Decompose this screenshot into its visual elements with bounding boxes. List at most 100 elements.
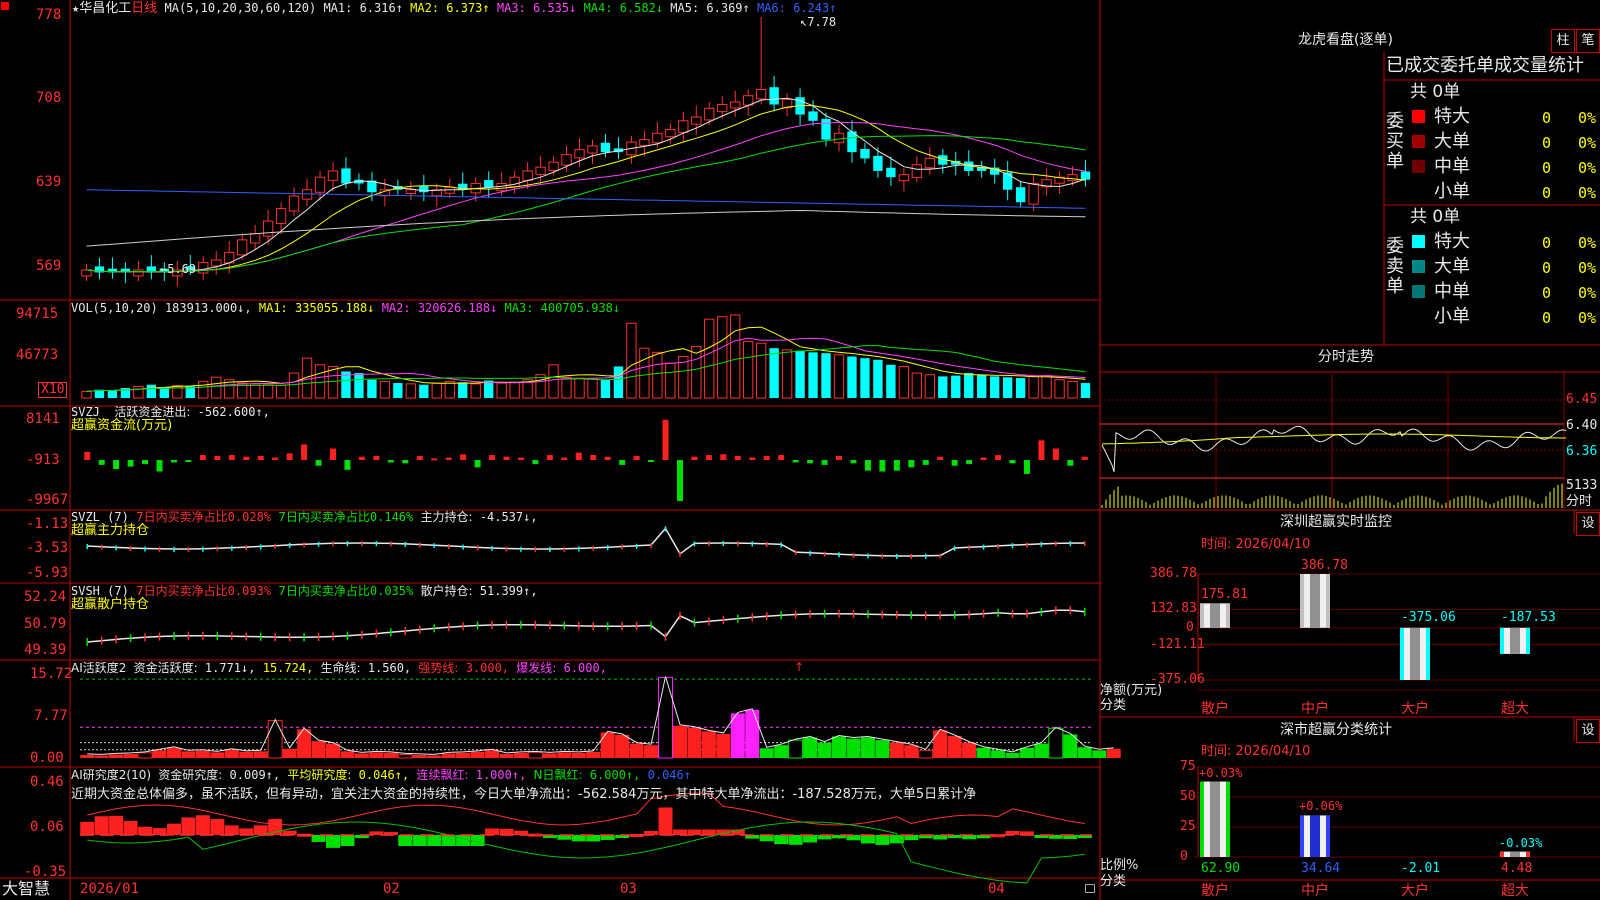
szcls-bar-core — [1510, 851, 1520, 857]
volume-bar-up — [743, 341, 754, 399]
research-bar — [788, 835, 803, 845]
volume-bar-up — [405, 383, 417, 399]
lock-icon[interactable] — [1085, 884, 1095, 893]
intraday-vol-unit: 分时 — [1566, 494, 1593, 509]
intraday-chart[interactable] — [1100, 374, 1567, 510]
svzj-bar — [662, 419, 669, 460]
szcls-bar-core — [1210, 781, 1220, 857]
period-label[interactable]: 日线 — [131, 1, 157, 16]
svzj-bar — [286, 453, 293, 460]
candle-down — [821, 118, 831, 140]
price-y-label-0: 778 — [36, 7, 62, 23]
vol-y-label-1: 46773 — [16, 347, 59, 363]
svzj-bar — [908, 460, 915, 468]
szcls-bottom-value-1: 34.64 — [1301, 861, 1341, 876]
buy-row-count-0: 0 — [1542, 109, 1552, 127]
svzj-bar — [474, 460, 481, 468]
research-bar — [687, 829, 702, 835]
active-bar — [745, 709, 760, 758]
candle-up — [81, 269, 92, 277]
dragon-tabs[interactable]: 已成交委托单成交量统计 — [1386, 56, 1600, 76]
svzj-bar — [691, 456, 698, 460]
research-bar — [586, 835, 601, 842]
volume-bar-down — [938, 376, 948, 398]
ai-research-y-label-2: -0.35 — [24, 864, 67, 880]
sz-class-settings-button[interactable]: 设 — [1576, 719, 1600, 743]
sz-class-title: 深市超赢分类统计 — [1280, 722, 1392, 738]
svzj-bar — [850, 460, 857, 464]
active-bar — [282, 748, 297, 758]
svzj-bar — [546, 455, 553, 460]
svzl-y-label-2: -5.93 — [26, 565, 69, 581]
active-bar — [991, 750, 1006, 758]
svsh-sub: 超赢散户持仓 — [71, 597, 150, 612]
svzj-bar — [1038, 440, 1045, 460]
szmon-y-label-1: 132.83 — [1150, 601, 1197, 617]
sell-row-count-1: 0 — [1542, 259, 1552, 277]
research-bar — [860, 835, 875, 844]
date-label-3: 04 — [988, 881, 1005, 897]
svzj-chart[interactable] — [84, 419, 1088, 501]
volume-bar-down — [613, 366, 624, 398]
volume-bar-down — [808, 352, 818, 398]
ai-research-chart[interactable] — [80, 792, 1092, 884]
research-bar — [774, 835, 789, 845]
candle-up — [678, 120, 689, 133]
buy-side-label: 委买单 — [1386, 112, 1406, 172]
sz-monitor-settings-button[interactable]: 设 — [1576, 512, 1600, 536]
active-bar — [1106, 748, 1121, 758]
szmon-value-1: 386.78 — [1301, 558, 1348, 573]
szcls-bar-edge — [1500, 851, 1504, 857]
svzj-bar — [532, 460, 539, 465]
volume-chart[interactable] — [81, 314, 1091, 399]
ma-value-1: MA1: 6.316↑ — [323, 1, 403, 15]
svzj-bar — [836, 455, 842, 460]
szmon-bar-edge — [1226, 603, 1230, 628]
candle-up — [717, 104, 728, 113]
volume-bar-down — [795, 350, 805, 398]
volume-bar-up — [198, 380, 209, 399]
volume-bar-down — [886, 364, 896, 398]
sell-row-count-0: 0 — [1542, 234, 1552, 252]
research-bar — [239, 828, 254, 835]
price-y-label-1: 708 — [36, 90, 62, 106]
price-chart[interactable] — [81, 16, 1091, 287]
szmon-y-label-3: -121.11 — [1150, 636, 1205, 652]
svzj-bar — [257, 455, 264, 460]
candle-down — [769, 87, 779, 105]
candle-up — [522, 170, 533, 181]
pen-mode-button[interactable]: 笔 — [1576, 29, 1600, 53]
svsh-chart[interactable] — [86, 606, 1086, 646]
sz-monitor-chart[interactable] — [1194, 573, 1600, 691]
buy-side-char: 委 — [1386, 111, 1404, 132]
candle-up — [911, 164, 923, 178]
svzj-bar — [113, 460, 120, 470]
bar-mode-button[interactable]: 柱 — [1551, 29, 1575, 53]
research-bar — [181, 817, 196, 835]
svzj-bar — [720, 454, 727, 460]
active-bar — [80, 754, 95, 758]
svzj-bar — [922, 460, 929, 465]
volume-bar-down — [107, 390, 118, 398]
volume-bar-up — [275, 385, 287, 399]
active-bar — [615, 734, 630, 758]
sell-row-pct-3: 0% — [1578, 309, 1597, 327]
svzj-bar — [676, 460, 683, 501]
volume-bar-down — [977, 374, 987, 398]
svzl-header: SVZL (7) 7日内买卖净占比0.028% 7日内买卖净占比0.146% 主… — [71, 510, 538, 524]
svzj-y-label-0: 8141 — [26, 411, 60, 427]
candle-up — [704, 107, 715, 121]
szmon-value-0: 175.81 — [1201, 587, 1248, 603]
sz-class-cat-label: 分类 — [1100, 874, 1127, 889]
active-bar — [527, 751, 543, 759]
active-bar — [210, 752, 225, 758]
svzj-bar — [243, 456, 250, 460]
svzl-chart[interactable] — [86, 526, 1086, 559]
research-bar — [152, 828, 167, 835]
stock-name[interactable]: 华昌化工 — [79, 1, 131, 16]
svzj-bar — [344, 460, 351, 470]
active-bar — [456, 752, 471, 758]
active-bar — [1005, 752, 1020, 758]
active-bar — [629, 743, 644, 758]
volume-bar-up — [781, 349, 793, 399]
